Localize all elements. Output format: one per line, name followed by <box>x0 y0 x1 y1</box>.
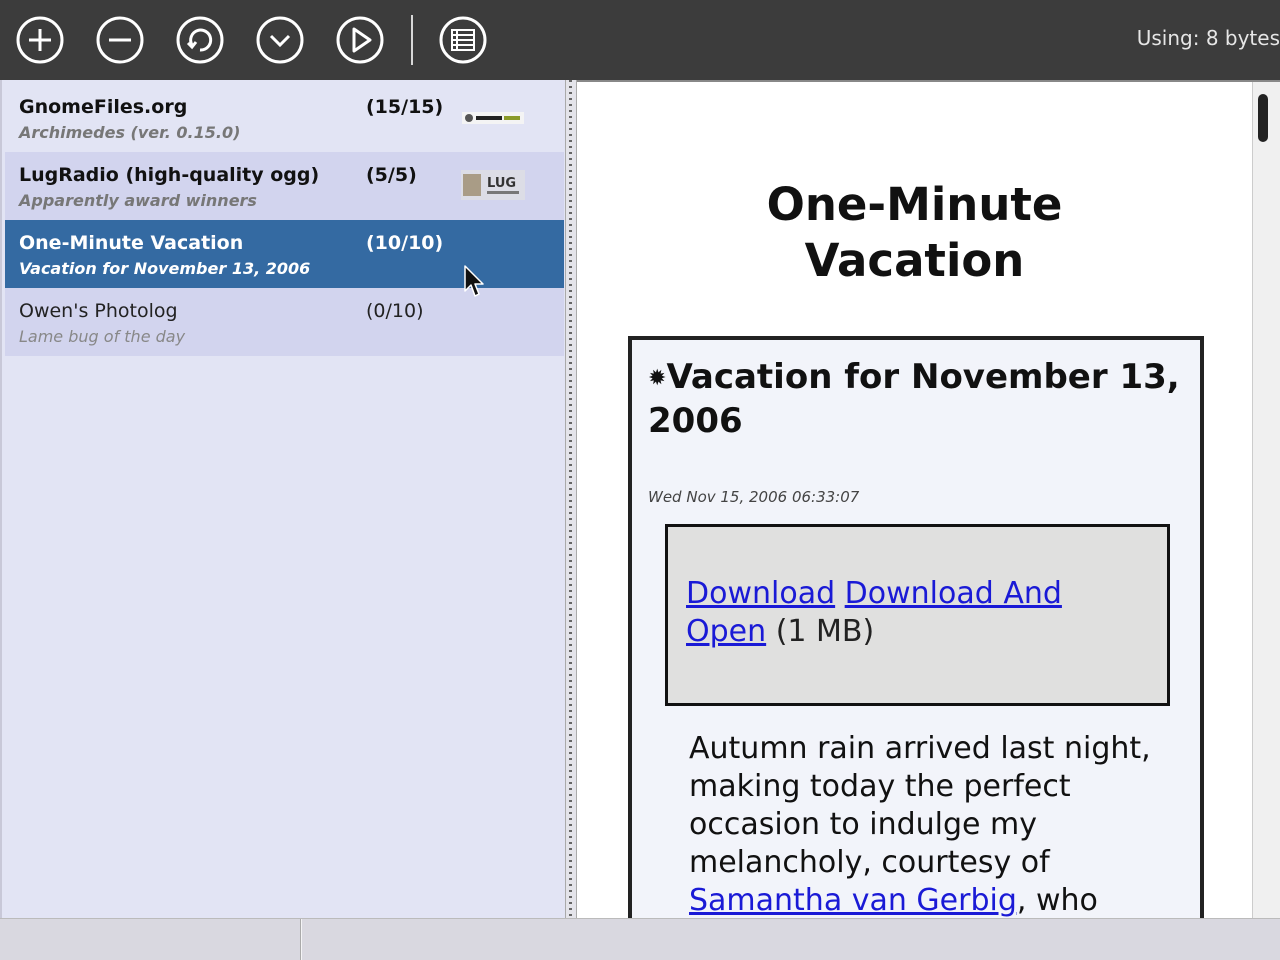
feed-subtitle: Apparently award winners <box>19 191 257 210</box>
feed-count: (0/10) <box>366 300 424 322</box>
toolbar: Using: 8 bytes <box>0 0 1280 80</box>
item-heading-text: Vacation for November 13, 2006 <box>648 357 1180 441</box>
feed-title: LugRadio (high-quality ogg) <box>19 164 320 186</box>
mouse-cursor-icon <box>464 265 484 297</box>
add-feed-button[interactable] <box>15 15 65 65</box>
gnomefiles-logo <box>462 112 524 124</box>
list-view-icon <box>439 16 487 64</box>
refresh-circle-icon <box>176 16 224 64</box>
feed-title: GnomeFiles.org <box>19 96 188 118</box>
item-bullet-icon: ✹ <box>648 366 667 391</box>
item-body-tail: , who <box>1016 883 1098 918</box>
minus-circle-icon <box>96 16 144 64</box>
svg-text:LUG: LUG <box>487 176 516 191</box>
feed-subtitle: Archimedes (ver. 0.15.0) <box>19 123 241 142</box>
item-date: Wed Nov 15, 2006 06:33:07 <box>648 488 860 506</box>
page-title: One-Minute Vacation <box>766 178 1063 287</box>
status-bar-separator <box>300 919 302 960</box>
storage-usage-label: Using: 8 bytes <box>1136 26 1280 50</box>
chevron-down-circle-icon <box>256 16 304 64</box>
feed-item-lugradio[interactable]: LugRadio (high-quality ogg) Apparently a… <box>5 152 564 220</box>
feed-title: Owen's Photolog <box>19 300 178 322</box>
item-heading: ✹Vacation for November 13, 2006 <box>648 356 1188 443</box>
lugradio-logo: LUG <box>461 170 525 200</box>
refresh-button[interactable] <box>175 15 225 65</box>
play-circle-icon <box>336 16 384 64</box>
download-button[interactable] <box>255 15 305 65</box>
play-button[interactable] <box>335 15 385 65</box>
enclosure-box: Download Download And Open (1 MB) <box>665 524 1170 706</box>
status-bar <box>0 918 1280 960</box>
item-body: Autumn rain arrived last night, making t… <box>689 730 1189 918</box>
feed-subtitle: Lame bug of the day <box>19 327 186 346</box>
feed-item-gnomefiles[interactable]: GnomeFiles.org Archimedes (ver. 0.15.0) … <box>5 84 564 152</box>
feed-title: One-Minute Vacation <box>19 232 244 254</box>
vertical-scrollbar[interactable] <box>1252 82 1280 918</box>
author-link[interactable]: Samantha van Gerbig <box>689 883 1017 918</box>
feed-item-box: ✹Vacation for November 13, 2006 Wed Nov … <box>628 336 1204 918</box>
feed-count: (10/10) <box>366 232 444 254</box>
plus-circle-icon <box>16 16 64 64</box>
enclosure-size: (1 MB) <box>775 614 875 649</box>
pane-splitter[interactable] <box>565 80 577 918</box>
feed-subtitle: Vacation for November 13, 2006 <box>19 259 311 278</box>
remove-feed-button[interactable] <box>95 15 145 65</box>
feed-list: GnomeFiles.org Archimedes (ver. 0.15.0) … <box>0 80 565 918</box>
toolbar-separator <box>411 15 413 65</box>
enclosure-line: Download Download And Open (1 MB) <box>686 575 1106 651</box>
scrollbar-thumb[interactable] <box>1258 94 1268 142</box>
feed-count: (15/15) <box>366 96 444 118</box>
download-link[interactable]: Download <box>686 576 835 611</box>
item-body-text: Autumn rain arrived last night, making t… <box>689 731 1151 880</box>
view-list-button[interactable] <box>438 15 488 65</box>
item-viewer: One-Minute Vacation ✹Vacation for Novemb… <box>577 80 1280 918</box>
feed-count: (5/5) <box>366 164 417 186</box>
